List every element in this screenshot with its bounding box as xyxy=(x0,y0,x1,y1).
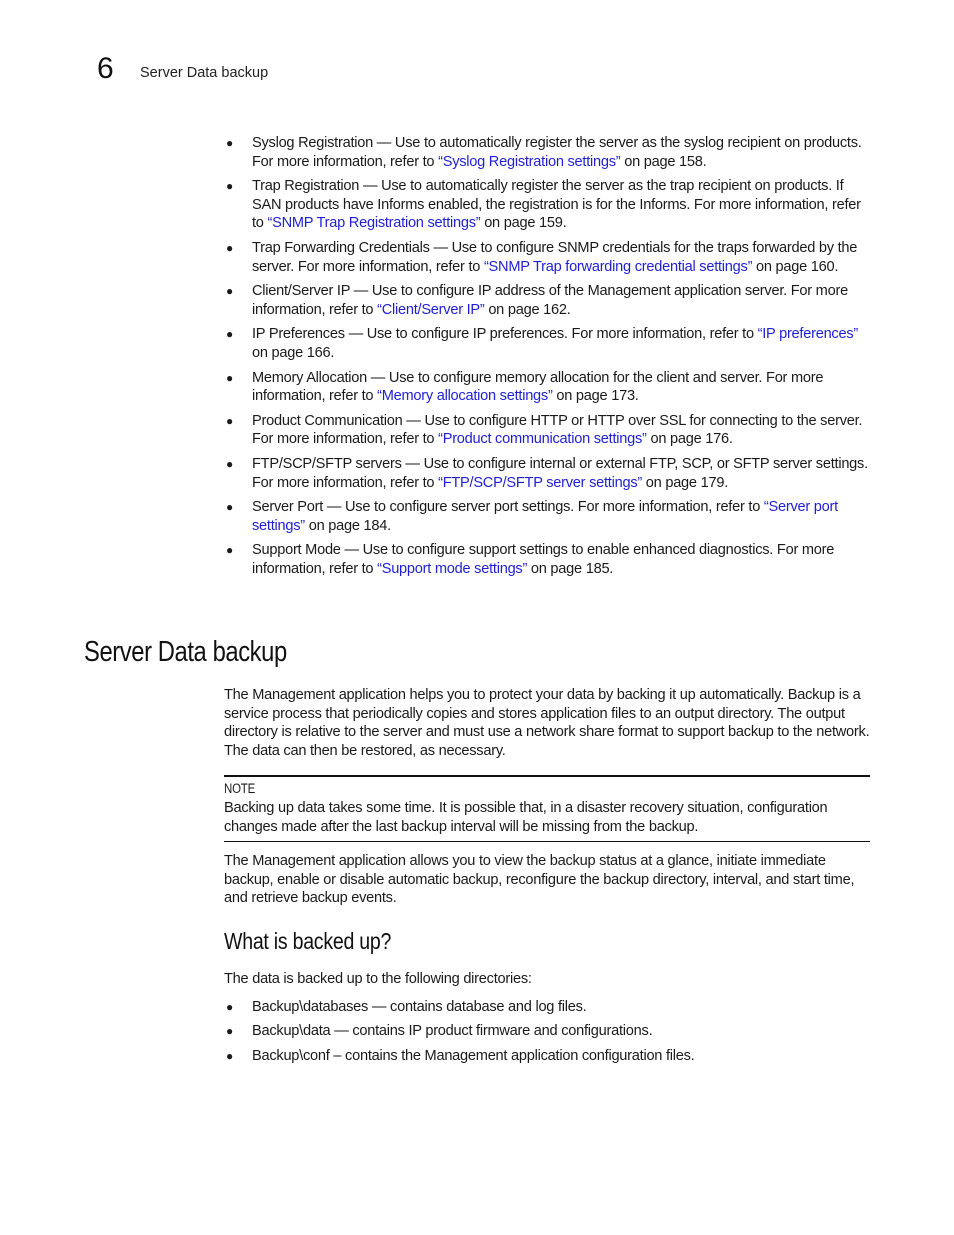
bullet-icon: ● xyxy=(226,456,233,471)
bullet-icon: ● xyxy=(226,413,233,428)
page-reference: on page 176. xyxy=(646,431,733,448)
page-reference: on page 185. xyxy=(527,560,614,577)
cross-reference-link[interactable]: “IP preferences” xyxy=(758,326,859,342)
subsection-intro: The data is backed up to the following d… xyxy=(224,970,532,987)
bullet-icon: ● xyxy=(226,1024,233,1039)
bullet-icon: ● xyxy=(226,136,233,150)
list-item: ● Syslog Registration — Use to automatica… xyxy=(224,134,870,171)
page-reference: on page 158. xyxy=(620,153,707,170)
directory-list: ● Backup\databases — contains database an… xyxy=(224,998,870,1066)
list-item-text: Backup\databases — contains database and… xyxy=(252,998,587,1015)
bullet-icon: ● xyxy=(226,543,233,558)
page-reference: on page 179. xyxy=(641,474,728,491)
bullet-icon: ● xyxy=(226,370,233,385)
list-item: ● Memory Allocation — Use to configure me… xyxy=(224,369,870,406)
bullet-icon: ● xyxy=(226,284,233,299)
list-item: ● FTP/SCP/SFTP servers — Use to configure… xyxy=(224,455,870,492)
list-item: ● Trap Registration — Use to automaticall… xyxy=(224,177,870,233)
list-item-text: Server Port — Use to configure server po… xyxy=(252,499,764,516)
note-text: Backing up data takes some time. It is p… xyxy=(224,799,828,835)
list-item: ● Support Mode — Use to configure support… xyxy=(224,541,870,578)
cross-reference-link[interactable]: “SNMP Trap forwarding credential setting… xyxy=(484,259,753,275)
list-item: ● Backup\databases — contains database an… xyxy=(224,998,870,1017)
cross-reference-link[interactable]: “Product communication settings” xyxy=(438,431,647,447)
list-item: ● Backup\data — contains IP product firmw… xyxy=(224,1022,870,1041)
section-body: The Management application helps you to … xyxy=(224,686,870,1071)
section-title: Server Data backup xyxy=(84,636,287,668)
list-item: ● Trap Forwarding Credentials — Use to co… xyxy=(224,239,870,276)
page-reference: on page 162. xyxy=(484,301,571,318)
page-reference: on page 159. xyxy=(480,215,567,232)
bullet-icon: ● xyxy=(226,999,233,1014)
bullet-icon: ● xyxy=(226,1048,233,1063)
page-reference: on page 173. xyxy=(552,388,639,405)
bullet-icon: ● xyxy=(226,240,233,255)
settings-bullet-list: ● Syslog Registration — Use to automatica… xyxy=(224,134,870,584)
subsection-title: What is backed up? xyxy=(224,927,392,954)
list-item-text: Backup\data — contains IP product firmwa… xyxy=(252,1023,653,1040)
section-intro: The Management application helps you to … xyxy=(224,687,870,759)
list-item-text: Backup\conf – contains the Management ap… xyxy=(252,1047,695,1064)
list-item: ● Backup\conf – contains the Management a… xyxy=(224,1047,870,1066)
bullet-icon: ● xyxy=(226,327,233,342)
list-item-text: IP Preferences — Use to configure IP pre… xyxy=(252,326,758,343)
list-item: ● IP Preferences — Use to configure IP pr… xyxy=(224,325,870,362)
cross-reference-link[interactable]: “Memory allocation settings” xyxy=(377,388,553,404)
note-box: NOTE Backing up data takes some time. It… xyxy=(224,775,870,843)
cross-reference-link[interactable]: “FTP/SCP/SFTP server settings” xyxy=(438,475,642,491)
section-paragraph-2: The Management application allows you to… xyxy=(224,853,855,907)
page-reference: on page 160. xyxy=(752,258,839,275)
cross-reference-link[interactable]: “Syslog Registration settings” xyxy=(438,154,621,170)
bullet-icon: ● xyxy=(226,500,233,515)
list-item: ● Server Port — Use to configure server p… xyxy=(224,498,870,535)
bullet-icon: ● xyxy=(226,179,233,194)
running-title: Server Data backup xyxy=(140,65,269,81)
cross-reference-link[interactable]: “Support mode settings” xyxy=(377,561,527,577)
page-reference: on page 166. xyxy=(252,344,335,361)
list-item: ● Product Communication — Use to configur… xyxy=(224,412,870,449)
chapter-number: 6 xyxy=(97,52,114,85)
page-reference: on page 184. xyxy=(304,517,391,534)
cross-reference-link[interactable]: “Client/Server IP” xyxy=(377,302,485,318)
list-item: ● Client/Server IP — Use to configure IP … xyxy=(224,282,870,319)
cross-reference-link[interactable]: “SNMP Trap Registration settings” xyxy=(267,215,480,231)
note-label: NOTE xyxy=(224,781,256,797)
